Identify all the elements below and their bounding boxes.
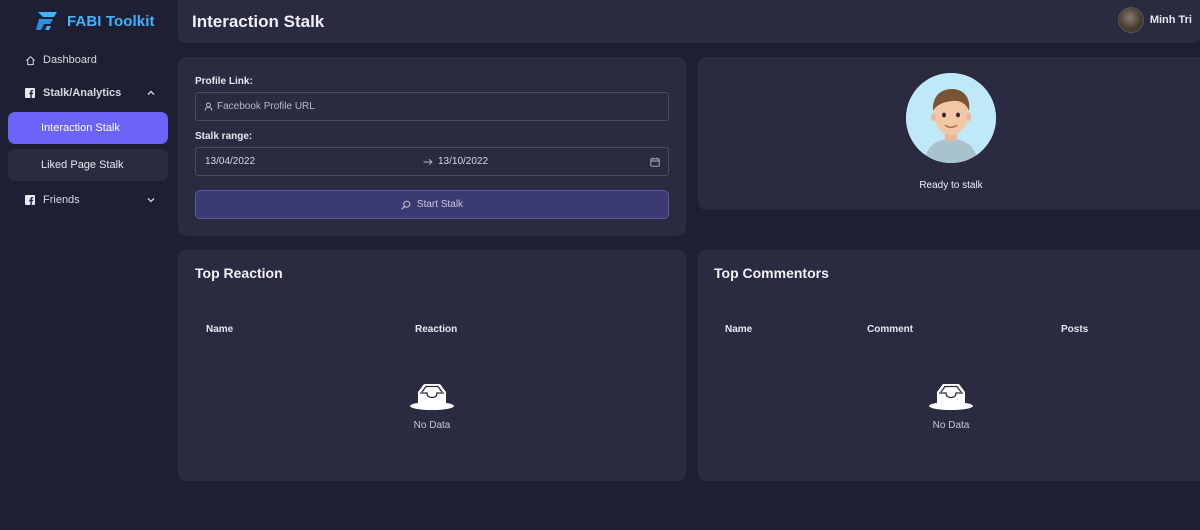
- avatar-illustration-icon: [906, 73, 996, 163]
- sidebar-item-label: Dashboard: [43, 54, 97, 66]
- end-date-input[interactable]: 13/10/2022: [438, 156, 488, 167]
- sidebar-item-liked-page-stalk[interactable]: Liked Page Stalk: [8, 149, 168, 181]
- user-menu[interactable]: Minh Tri: [1117, 7, 1192, 33]
- sidebar-item-dashboard[interactable]: Dashboard: [8, 45, 168, 75]
- column-header-name[interactable]: Name: [725, 324, 752, 335]
- chevron-down-icon[interactable]: [146, 195, 156, 205]
- sidebar-item-label: Stalk/Analytics: [43, 87, 122, 99]
- stalk-range-label: Stalk range:: [195, 131, 253, 142]
- brand-name: FABI Toolkit: [67, 12, 155, 30]
- empty-state: No Data: [402, 381, 462, 431]
- home-icon: [24, 54, 36, 66]
- profile-preview-card: Ready to stalk: [698, 57, 1200, 210]
- sidebar-item-interaction-stalk[interactable]: Interaction Stalk: [8, 112, 168, 144]
- start-stalk-button[interactable]: Start Stalk: [195, 190, 669, 219]
- sidebar-item-friends[interactable]: Friends: [8, 185, 168, 215]
- sidebar-item-label: Liked Page Stalk: [41, 159, 124, 171]
- stalk-status-text: Ready to stalk: [919, 180, 983, 191]
- profile-link-field[interactable]: [195, 92, 669, 121]
- avatar[interactable]: [1117, 7, 1144, 33]
- top-commentors-title: Top Commentors: [714, 265, 829, 281]
- empty-inbox-icon: [929, 384, 973, 410]
- user-name: Minh Tri: [1149, 14, 1192, 26]
- fabi-logo-icon: [36, 12, 57, 30]
- start-stalk-label: Start Stalk: [416, 199, 464, 210]
- sidebar-item-label: Friends: [43, 194, 80, 206]
- sidebar-item-stalk-analytics[interactable]: Stalk/Analytics: [8, 78, 168, 108]
- start-date-input[interactable]: 13/04/2022: [205, 156, 255, 167]
- column-header-reaction[interactable]: Reaction: [415, 324, 457, 335]
- top-reaction-card: Top Reaction Name Reaction No Data: [178, 250, 686, 481]
- column-header-posts[interactable]: Posts: [1061, 324, 1088, 335]
- header: Interaction Stalk Minh Tri: [178, 0, 1200, 43]
- chevron-up-icon[interactable]: [146, 88, 156, 98]
- top-reaction-title: Top Reaction: [195, 265, 283, 281]
- stalk-form-card: Profile Link: Stalk range: 13/04/2022 13…: [178, 57, 686, 236]
- empty-state-text: No Data: [932, 420, 970, 431]
- empty-inbox-icon: [410, 384, 454, 410]
- page-title: Interaction Stalk: [192, 12, 325, 31]
- search-icon: [401, 200, 411, 210]
- profile-link-label: Profile Link:: [195, 76, 253, 87]
- calendar-icon[interactable]: [650, 157, 660, 167]
- date-range-picker[interactable]: 13/04/2022 13/10/2022: [195, 147, 669, 176]
- sidebar-item-label: Interaction Stalk: [41, 122, 120, 134]
- facebook-icon: [24, 87, 36, 99]
- user-icon: [204, 102, 213, 111]
- profile-link-input[interactable]: [217, 101, 668, 112]
- column-header-name[interactable]: Name: [206, 324, 233, 335]
- arrow-right-icon: [423, 158, 433, 166]
- facebook-icon: [24, 194, 36, 206]
- profile-avatar: [906, 73, 996, 163]
- brand[interactable]: FABI Toolkit: [35, 10, 155, 32]
- top-commentors-card: Top Commentors Name Comment Posts No Dat…: [698, 250, 1200, 481]
- empty-state: No Data: [921, 381, 981, 431]
- column-header-comment[interactable]: Comment: [867, 324, 913, 335]
- sidebar: FABI Toolkit Dashboard Stalk/Analytics I…: [0, 0, 176, 530]
- empty-state-text: No Data: [413, 420, 451, 431]
